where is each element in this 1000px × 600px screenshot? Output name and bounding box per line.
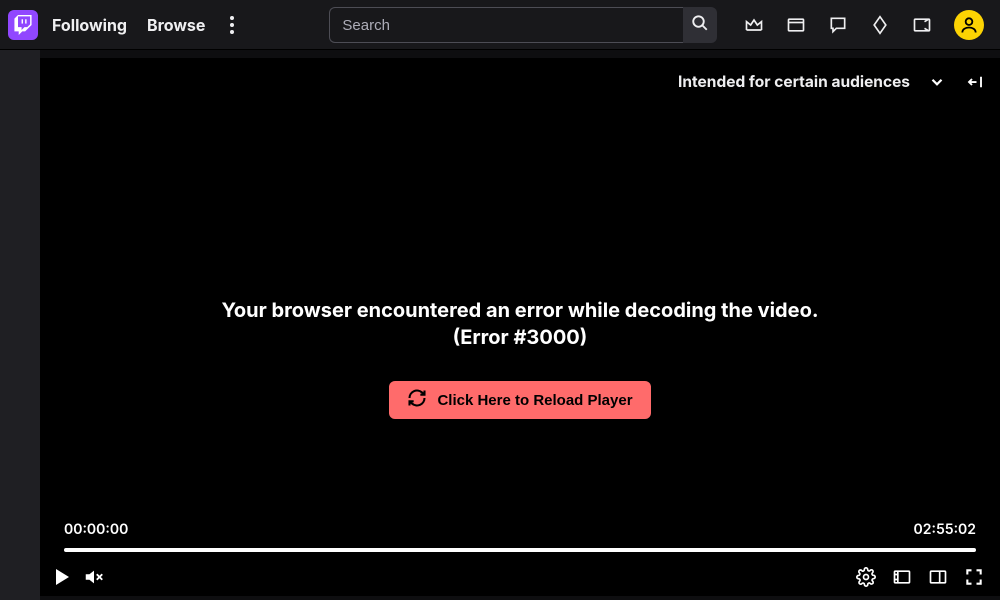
main: Intended for certain audiences Your brow…: [0, 50, 1000, 600]
top-nav: Following Browse: [0, 0, 1000, 50]
nav-links: Following Browse: [52, 15, 205, 35]
theatre-mode-button[interactable]: [928, 567, 948, 587]
time-total: 02:55:02: [914, 521, 976, 538]
content-area: Intended for certain audiences Your brow…: [40, 50, 1000, 600]
search-input[interactable]: [329, 7, 683, 43]
nav-following[interactable]: Following: [52, 15, 127, 35]
left-sidebar-collapsed: [0, 50, 40, 600]
video-player: Intended for certain audiences Your brow…: [40, 58, 1000, 596]
error-message: Your browser encountered an error while …: [200, 297, 840, 351]
reload-button-label: Click Here to Reload Player: [437, 392, 632, 409]
search-button[interactable]: [683, 7, 717, 43]
more-menu-button[interactable]: [223, 10, 241, 40]
audience-label[interactable]: Intended for certain audiences: [678, 72, 910, 91]
nav-right: [744, 10, 992, 40]
crown-icon[interactable]: [744, 15, 764, 35]
progress-area: 00:00:00 02:55:02: [64, 521, 976, 552]
clip-button[interactable]: [892, 567, 912, 587]
play-button[interactable]: [56, 569, 69, 585]
search: [329, 7, 717, 43]
twitch-logo[interactable]: [8, 10, 38, 40]
reload-player-button[interactable]: Click Here to Reload Player: [389, 381, 650, 419]
nav-browse[interactable]: Browse: [147, 15, 205, 35]
inbox-icon[interactable]: [786, 15, 806, 35]
settings-button[interactable]: [856, 567, 876, 587]
player-controls: [56, 566, 984, 588]
seek-bar[interactable]: [64, 548, 976, 552]
audience-bar: Intended for certain audiences: [678, 72, 986, 91]
bits-icon[interactable]: [870, 15, 890, 35]
fullscreen-button[interactable]: [964, 567, 984, 587]
collapse-chat-icon[interactable]: [964, 73, 986, 91]
chevron-down-icon[interactable]: [928, 73, 946, 91]
player-error: Your browser encountered an error while …: [200, 297, 840, 419]
broadcast-icon[interactable]: [912, 15, 932, 35]
search-icon: [691, 14, 709, 35]
play-icon: [56, 569, 69, 585]
user-avatar[interactable]: [954, 10, 984, 40]
reload-icon: [407, 388, 427, 412]
whispers-icon[interactable]: [828, 15, 848, 35]
time-current: 00:00:00: [64, 521, 128, 538]
mute-button[interactable]: [83, 566, 105, 588]
